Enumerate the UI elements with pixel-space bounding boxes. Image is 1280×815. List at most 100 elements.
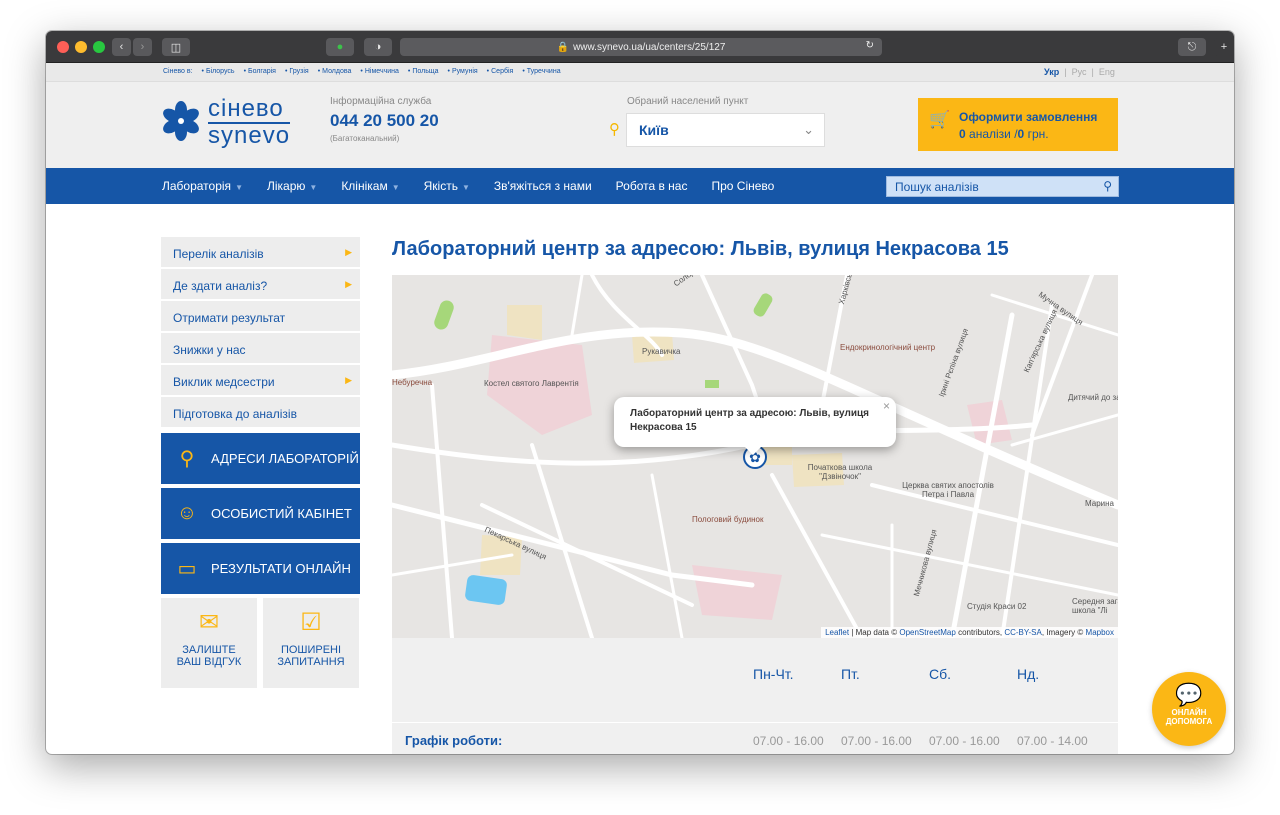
faq-icon: ☑ [300,609,322,636]
city-select[interactable]: Київ ⌄ [626,113,825,147]
nav-item[interactable]: Лікарю ▼ [267,179,317,193]
country-link[interactable]: Болгарія [244,68,276,75]
map-label: Церква святих апостолів Петра і Павла [902,481,994,499]
extension-icon[interactable]: ● [326,38,354,56]
sidebar-toggle-icon[interactable]: ◫ [162,38,190,56]
caret-down-icon: ▼ [461,183,470,192]
nav-item[interactable]: Робота в нас [616,179,688,193]
sidebar-big-button[interactable]: ⚲ АДРЕСИ ЛАБОРАТОРІЙ [161,433,360,484]
nav-item[interactable]: Про Сінево [711,179,774,193]
reload-icon[interactable]: ↻ [866,40,874,51]
caret-down-icon: ▼ [235,183,243,192]
shield-icon[interactable]: ◑ [364,38,392,56]
sidebar-big-button-label: РЕЗУЛЬТАТИ ОНЛАЙН [211,561,351,576]
sidebar-big-button[interactable]: ▭ РЕЗУЛЬТАТИ ОНЛАЙН [161,543,360,594]
schedule-day-header: Пт. [841,666,860,682]
contributors-text: contributors, [958,628,1003,637]
country-link[interactable]: Білорусь [202,68,235,75]
country-link[interactable]: Німеччина [360,68,399,75]
search-placeholder: Пошук аналізів [895,180,979,194]
map-label: Костел святого Лаврентія [484,379,579,388]
osm-link[interactable]: OpenStreetMap [899,628,955,637]
location-map[interactable]: Солодова вулицяХарківськаМучна вулицяЕнд… [392,275,1118,638]
nav-item[interactable]: Зв'яжіться з нами [494,179,592,193]
sidebar-tile[interactable]: ☑ ПОШИРЕНІ ЗАПИТАННЯ [263,598,359,688]
chevron-down-icon: ⌄ [803,122,814,137]
nav-item[interactable]: Клінікам ▼ [341,179,399,193]
nav-item[interactable]: Лабораторія ▼ [162,179,243,193]
monitor-icon: ▭ [177,558,197,580]
leaflet-link[interactable]: Leaflet [825,628,849,637]
address-bar[interactable]: 🔒 www.synevo.ua/ua/centers/25/127 ↻ [400,38,882,56]
lang-ukr[interactable]: Укр [1044,67,1059,77]
sidebar-menu-label: Виклик медсестри [173,375,275,389]
nav-item[interactable]: Якість ▼ [424,179,470,193]
schedule-cell: 07.00 - 14.00 [1017,734,1088,748]
country-link[interactable]: Польща [408,68,438,75]
schedule-day-header: Нд. [1017,666,1040,682]
online-help-button[interactable]: 💬 ОНЛАЙН ДОПОМОГА [1152,672,1226,746]
site-header: сінево synevo Інформаційна служба 044 20… [46,82,1234,168]
arrow-right-icon: ▶ [345,375,352,385]
new-tab-icon[interactable]: + [1214,38,1234,56]
country-link[interactable]: Сербія [487,68,513,75]
close-icon[interactable]: × [883,399,890,413]
sidebar-tile-line1: ПОШИРЕНІ [280,644,342,656]
map-attribution: Leaflet | Map data © OpenStreetMap contr… [821,627,1118,638]
sidebar-menu-item[interactable]: Отримати результат [161,301,360,333]
country-link[interactable]: Туреччина [522,68,561,75]
sidebar-menu-item[interactable]: Де здати аналіз? ▶ [161,269,360,301]
sidebar: Перелік аналізів ▶ Де здати аналіз? ▶ Отрима… [161,237,360,688]
map-popup-text: Лабораторний центр за адресою: Львів, ву… [630,408,869,433]
logo-text-en: synevo [208,122,291,149]
lang-rus[interactable]: Рус [1072,67,1087,77]
country-link[interactable]: Румунія [448,68,478,75]
sidebar-menu-label: Перелік аналізів [173,247,264,261]
sidebar-big-button[interactable]: ☺ ОСОБИСТИЙ КАБІНЕТ [161,488,360,539]
map-pin-icon: ⚲ [179,448,195,470]
map-label: Дитячий до заклад [1068,393,1118,402]
search-icon[interactable]: ⚲ [1103,179,1112,193]
map-label: Ендокринологічний центр [840,343,936,352]
synevo-logo[interactable]: сінево synevo [160,94,300,150]
map-label: Середня загаль школа "Лі [1072,597,1118,615]
map-label: Рукавичка [642,347,681,356]
location-pin-icon: ⚲ [609,121,620,138]
map-data-text: | Map data © [851,628,898,637]
sidebar-big-button-label: АДРЕСИ ЛАБОРАТОРІЙ [211,451,359,466]
countries-label: Сінево в: [163,68,193,75]
order-summary: 0 аналізи /0 грн. [959,127,1049,141]
minimize-window-button[interactable] [75,41,87,53]
schedule-cell: 07.00 - 16.00 [753,734,824,748]
map-label: Пологовий будинок [692,515,764,524]
sidebar-menu-item[interactable]: Виклик медсестри ▶ [161,365,360,397]
country-link[interactable]: Молдова [318,68,351,75]
chat-icon: 💬 [1175,682,1203,707]
sidebar-menu-item[interactable]: Перелік аналізів ▶ [161,237,360,269]
country-link[interactable]: Грузія [285,68,308,75]
lang-eng[interactable]: Eng [1099,67,1115,77]
mapbox-link[interactable]: Mapbox [1086,628,1114,637]
back-button[interactable]: ‹ [112,38,131,56]
forward-button[interactable]: › [133,38,152,56]
schedule-table: Пн-Чт. Пт. Сб. Нд. Графік роботи: 07.00 - 16.… [392,638,1118,754]
info-phone[interactable]: 044 20 500 20 [330,111,439,131]
schedule-day-header: Пн-Чт. [753,666,794,682]
zoom-window-button[interactable] [93,41,105,53]
license-link[interactable]: CC-BY-SA [1004,628,1042,637]
nav-item-label: Лабораторія [162,179,232,193]
search-input[interactable]: Пошук аналізів ⚲ [886,176,1119,197]
lock-icon: 🔒 [556,41,570,53]
sidebar-menu-item[interactable]: Підготовка до аналізів [161,397,360,429]
map-label: Студія Краси 02 [967,602,1027,611]
url-text: www.synevo.ua/ua/centers/25/127 [573,41,726,53]
arrow-right-icon: ▶ [345,247,352,257]
sidebar-tile[interactable]: ✉ ЗАЛИШТЕ ВАШ ВІДГУК [161,598,257,688]
logo-text-ua: сінево [208,95,284,122]
close-window-button[interactable] [57,41,69,53]
arrow-right-icon: ▶ [345,279,352,289]
order-button[interactable]: 🛒 Оформити замовлення 0 аналізи /0 грн. [918,98,1118,151]
sidebar-menu-item[interactable]: Знижки у нас [161,333,360,365]
browser-toolbar: ‹ › ◫ ● ◑ 🔒 www.synevo.ua/ua/centers/25/… [46,31,1234,63]
share-icon[interactable]: ⎋ [1178,38,1206,56]
